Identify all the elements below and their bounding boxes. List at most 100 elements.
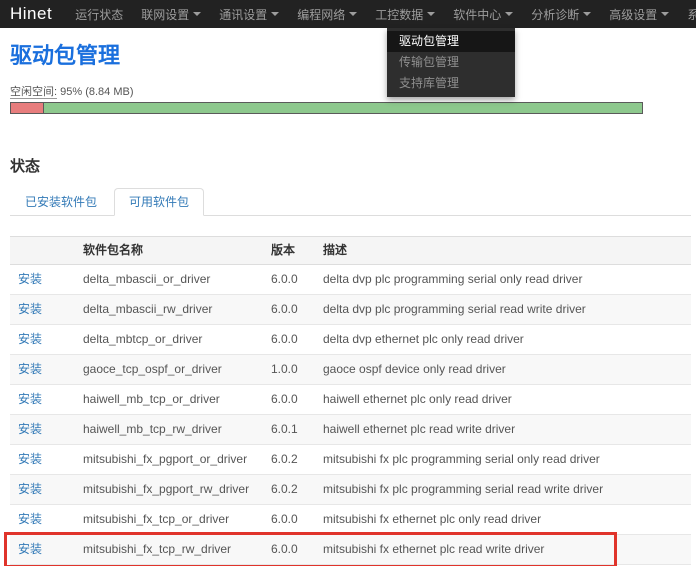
status-heading: 状态: [10, 158, 691, 176]
tab-installed-packages[interactable]: 已安装软件包: [10, 188, 112, 216]
description-cell: delta dvp plc programming serial only re…: [315, 265, 691, 295]
version-cell: 6.0.0: [263, 265, 315, 295]
package-name-cell: gaoce_tcp_ospf_or_driver: [75, 355, 263, 385]
table-row: 安装 delta_mbtcp_or_driver6.0.0delta dvp et…: [10, 325, 691, 355]
package-tabs: 已安装软件包可用软件包: [10, 188, 691, 216]
table-row: 安装 delta_mbascii_rw_driver6.0.0delta dvp …: [10, 295, 691, 325]
brand-logo[interactable]: Hinet: [10, 4, 52, 24]
install-cell: 安装: [10, 295, 75, 325]
nav-item-label: 编程网络: [297, 6, 345, 23]
nav-item-system-settings[interactable]: 系统设置: [678, 0, 696, 28]
install-link[interactable]: 安装: [18, 362, 42, 376]
install-cell: 安装: [10, 355, 75, 385]
install-link[interactable]: 安装: [18, 482, 42, 496]
install-cell: 安装: [10, 535, 75, 565]
chevron-down-icon: [349, 12, 357, 16]
nav-item-software-center[interactable]: 软件中心: [444, 0, 522, 28]
version-cell: 6.0.1: [263, 415, 315, 445]
free-space-progressbar: [10, 102, 643, 114]
package-name-cell: mitsubishi_fx_pgport_rw_driver: [75, 475, 263, 505]
description-cell: mitsubishi fx plc programming serial onl…: [315, 445, 691, 475]
nav-item-run-status[interactable]: 运行状态: [66, 0, 132, 28]
top-navbar: Hinet 运行状态 联网设置 通讯设置 编程网络 工控数据 软件中心 分析诊断 高级设置 系统…: [0, 0, 696, 28]
description-cell: delta dvp plc programming serial read wr…: [315, 295, 691, 325]
description-cell: haiwell ethernet plc read write driver: [315, 415, 691, 445]
table-row: 安装mitsubishi_fx_tcp_or_driver6.0.0mitsub…: [10, 505, 691, 535]
package-name-cell: mitsubishi_fx_tcp_rw_driver: [75, 535, 263, 565]
dropdown-item-support-library-management[interactable]: 支持库管理: [387, 73, 515, 94]
install-cell: 安装: [10, 475, 75, 505]
chevron-down-icon: [505, 12, 513, 16]
package-name-cell: mitsubishi_fx_pgport_or_driver: [75, 445, 263, 475]
version-cell: 6.0.0: [263, 325, 315, 355]
install-cell: 安装: [10, 385, 75, 415]
nav-item-label: 联网设置: [141, 6, 189, 23]
version-cell: 6.0.0: [263, 295, 315, 325]
description-cell: mitsubishi fx ethernet plc read write dr…: [315, 535, 691, 565]
package-name-cell: delta_mbtcp_or_driver: [75, 325, 263, 355]
nav-item-industrial-data[interactable]: 工控数据: [366, 0, 444, 28]
nav-item-analysis-diagnosis[interactable]: 分析诊断: [522, 0, 600, 28]
col-header-version: 版本: [263, 237, 315, 265]
chevron-down-icon: [427, 12, 435, 16]
nav-item-label: 软件中心: [453, 6, 501, 23]
tab-available-packages[interactable]: 可用软件包: [114, 188, 204, 216]
description-cell: gaoce ospf device only read driver: [315, 355, 691, 385]
table-row: 安装 mitsubishi_fx_pgport_or_driver6.0.2mit…: [10, 445, 691, 475]
install-link[interactable]: 安装: [18, 542, 42, 556]
install-link[interactable]: 安装: [18, 332, 42, 346]
table-row: 安装 haiwell_mb_tcp_or_driver6.0.0haiwell e…: [10, 385, 691, 415]
version-cell: 6.0.0: [263, 385, 315, 415]
chevron-down-icon: [583, 12, 591, 16]
nav-item-label: 分析诊断: [531, 6, 579, 23]
progress-used-segment: [11, 103, 44, 113]
col-header-install: [10, 237, 75, 265]
dropdown-item-transfer-package-management[interactable]: 传输包管理: [387, 52, 515, 73]
install-link[interactable]: 安装: [18, 272, 42, 286]
nav-item-label: 通讯设置: [219, 6, 267, 23]
table-row: 安装 gaoce_tcp_ospf_or_driver1.0.0gaoce osp…: [10, 355, 691, 385]
nav-item-programming-network[interactable]: 编程网络: [288, 0, 366, 28]
description-cell: haiwell ethernet plc only read driver: [315, 385, 691, 415]
page-title: 驱动包管理: [10, 43, 691, 69]
install-link[interactable]: 安装: [18, 392, 42, 406]
install-link[interactable]: 安装: [18, 422, 42, 436]
description-cell: delta dvp ethernet plc only read driver: [315, 325, 691, 355]
package-name-cell: delta_mbascii_or_driver: [75, 265, 263, 295]
nav-item-comm-settings[interactable]: 通讯设置: [210, 0, 288, 28]
version-cell: 6.0.0: [263, 535, 315, 565]
description-cell: mitsubishi fx plc programming serial rea…: [315, 475, 691, 505]
install-link[interactable]: 安装: [18, 512, 42, 526]
nav-item-label: 运行状态: [75, 6, 123, 23]
nav-item-advanced-settings[interactable]: 高级设置: [600, 0, 678, 28]
nav-item-label: 工控数据: [375, 6, 423, 23]
nav-item-label: 高级设置: [609, 6, 657, 23]
free-space-line: 空闲空间: 95% (8.84 MB): [10, 86, 691, 99]
packages-table: 软件包名称 版本 描述 安装delta_mbascii_or_driver6.0…: [10, 236, 691, 565]
install-cell: 安装: [10, 265, 75, 295]
dropdown-item-driver-package-management[interactable]: 驱动包管理: [387, 31, 515, 52]
version-cell: 6.0.2: [263, 475, 315, 505]
description-cell: mitsubishi fx ethernet plc only read dri…: [315, 505, 691, 535]
nav-item-network-settings[interactable]: 联网设置: [132, 0, 210, 28]
install-link[interactable]: 安装: [18, 452, 42, 466]
chevron-down-icon: [661, 12, 669, 16]
progress-free-segment: [44, 103, 642, 113]
table-row: 安装 delta_mbascii_or_driver6.0.0delta dvp …: [10, 265, 691, 295]
chevron-down-icon: [193, 12, 201, 16]
table-row: 安装 mitsubishi_fx_tcp_rw_driver6.0.0mitsub…: [10, 535, 691, 565]
package-name-cell: haiwell_mb_tcp_or_driver: [75, 385, 263, 415]
nav-item-label: 系统设置: [687, 6, 696, 23]
navbar-menu: 运行状态联网设置通讯设置编程网络工控数据软件中心分析诊断高级设置系统设置退出: [66, 0, 696, 28]
package-name-cell: haiwell_mb_tcp_rw_driver: [75, 415, 263, 445]
package-name-cell: delta_mbascii_rw_driver: [75, 295, 263, 325]
install-cell: 安装: [10, 415, 75, 445]
version-cell: 6.0.2: [263, 445, 315, 475]
software-center-dropdown: 驱动包管理传输包管理支持库管理: [387, 28, 515, 97]
install-link[interactable]: 安装: [18, 302, 42, 316]
version-cell: 1.0.0: [263, 355, 315, 385]
table-header-row: 软件包名称 版本 描述: [10, 237, 691, 265]
table-row: 安装 mitsubishi_fx_pgport_rw_driver6.0.2mit…: [10, 475, 691, 505]
free-space-value: 95% (8.84 MB): [60, 86, 133, 98]
col-header-name: 软件包名称: [75, 237, 263, 265]
